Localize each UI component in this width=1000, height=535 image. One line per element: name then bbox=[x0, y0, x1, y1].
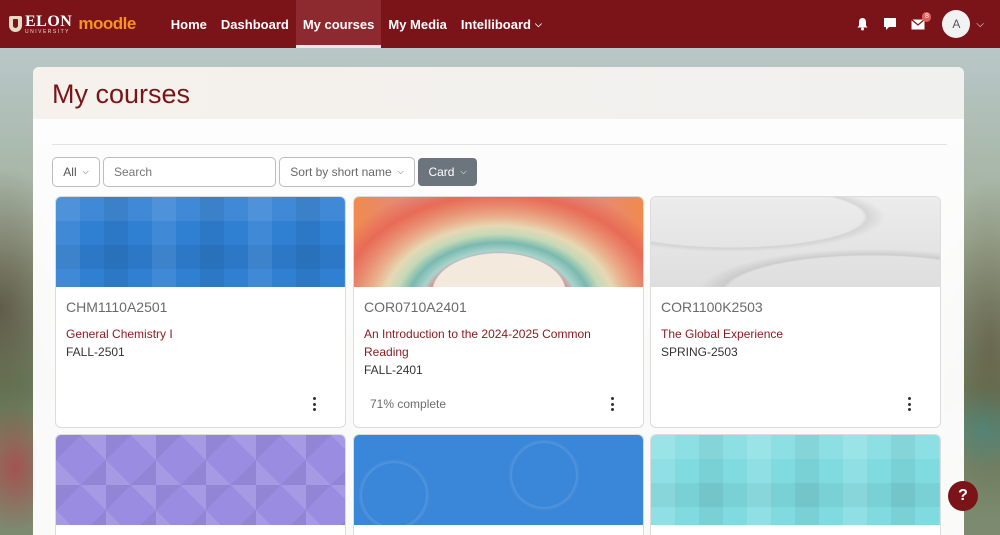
course-card[interactable]: COR0710A2401 An Introduction to the 2024… bbox=[353, 196, 644, 428]
course-card-body: CHM1110A2501 General Chemistry I FALL-25… bbox=[56, 287, 345, 427]
course-card-body: COR1100K2503 The Global Experience SPRIN… bbox=[651, 287, 940, 427]
course-card[interactable]: COR1100K2503 The Global Experience SPRIN… bbox=[650, 196, 941, 428]
mail-count-badge: 8 bbox=[922, 12, 932, 22]
course-image[interactable] bbox=[354, 197, 643, 287]
view-mode-dropdown[interactable]: Card ⌵ bbox=[418, 158, 477, 186]
course-shortname: COR0710A2401 bbox=[364, 299, 467, 315]
course-progress-text: 71% complete bbox=[370, 397, 447, 411]
course-actions-menu-icon[interactable] bbox=[607, 397, 617, 411]
course-term: SPRING-2503 bbox=[661, 345, 738, 359]
nav-my-media[interactable]: My Media bbox=[381, 0, 454, 48]
course-card[interactable]: CHM1110A2501 General Chemistry I FALL-25… bbox=[55, 196, 346, 428]
course-image[interactable] bbox=[56, 197, 345, 287]
course-shortname: CHM1110A2501 bbox=[66, 299, 168, 315]
course-actions-menu-icon[interactable] bbox=[904, 397, 914, 411]
course-filters: All ⌵ Sort by short name ⌵ Card ⌵ bbox=[52, 157, 477, 187]
course-card[interactable] bbox=[650, 434, 941, 535]
course-fullname-link[interactable]: General Chemistry I bbox=[66, 325, 335, 343]
bell-icon bbox=[857, 18, 868, 31]
course-fullname-link[interactable]: An Introduction to the 2024-2025 Common … bbox=[364, 325, 633, 361]
chat-icon bbox=[884, 18, 897, 30]
course-card[interactable] bbox=[353, 434, 644, 535]
elon-subtitle: UNIVERSITY bbox=[25, 28, 71, 35]
elon-logo: ELON UNIVERSITY bbox=[25, 12, 73, 35]
help-label: ? bbox=[958, 487, 968, 504]
user-avatar[interactable]: A bbox=[942, 10, 971, 38]
sort-value: Sort by short name bbox=[290, 165, 392, 179]
nav-home[interactable]: Home bbox=[164, 0, 214, 48]
nav-dashboard-label: Dashboard bbox=[220, 16, 289, 32]
nav-my-courses[interactable]: My courses bbox=[295, 0, 382, 48]
page-title: My courses bbox=[52, 79, 191, 109]
brand-logo[interactable]: ELON UNIVERSITY moodle bbox=[9, 12, 136, 35]
nav-dashboard[interactable]: Dashboard bbox=[214, 0, 296, 48]
chevron-down-icon[interactable]: ⌵ bbox=[976, 19, 984, 30]
notifications-button[interactable] bbox=[848, 10, 876, 38]
nav-user-area: 8 A ⌵ bbox=[848, 10, 984, 38]
mail-button[interactable]: 8 bbox=[904, 10, 932, 38]
grouping-dropdown[interactable]: All ⌵ bbox=[52, 157, 100, 187]
grouping-value: All bbox=[63, 165, 77, 179]
sort-dropdown[interactable]: Sort by short name ⌵ bbox=[279, 157, 415, 187]
view-mode-value: Card bbox=[428, 165, 455, 179]
main-content-panel: My courses All ⌵ Sort by short name ⌵ Ca… bbox=[33, 67, 964, 535]
nav-my-courses-label: My courses bbox=[302, 16, 375, 32]
course-image[interactable] bbox=[651, 435, 940, 525]
primary-nav: Home Dashboard My courses My Media Intel… bbox=[164, 0, 549, 48]
nav-intelliboard-label: Intelliboard bbox=[460, 16, 531, 32]
chevron-down-icon: ⌵ bbox=[460, 167, 467, 176]
top-navbar: ELON UNIVERSITY moodle Home Dashboard My… bbox=[0, 0, 1000, 48]
course-search-input[interactable] bbox=[103, 157, 276, 187]
avatar-initial: A bbox=[952, 17, 961, 31]
course-image[interactable] bbox=[354, 435, 643, 525]
chevron-down-icon: ⌵ bbox=[397, 167, 404, 176]
course-card[interactable] bbox=[55, 434, 346, 535]
chevron-down-icon: ⌵ bbox=[82, 167, 89, 176]
course-image[interactable] bbox=[56, 435, 345, 525]
course-term: FALL-2501 bbox=[66, 345, 125, 359]
course-shortname: COR1100K2503 bbox=[661, 299, 763, 315]
moodle-wordmark: moodle bbox=[78, 14, 136, 33]
course-card-body: COR0710A2401 An Introduction to the 2024… bbox=[354, 287, 643, 427]
course-image[interactable] bbox=[651, 197, 940, 287]
header-divider bbox=[52, 144, 947, 145]
messages-button[interactable] bbox=[876, 10, 904, 38]
course-actions-menu-icon[interactable] bbox=[309, 397, 319, 411]
course-fullname-link[interactable]: The Global Experience bbox=[661, 325, 930, 343]
chevron-down-icon: ⌵ bbox=[534, 18, 542, 29]
elon-wordmark: ELON bbox=[25, 12, 73, 30]
nav-intelliboard[interactable]: Intelliboard ⌵ bbox=[454, 0, 549, 48]
nav-home-label: Home bbox=[170, 16, 207, 32]
help-button[interactable]: ? bbox=[948, 481, 978, 511]
nav-my-media-label: My Media bbox=[388, 16, 447, 32]
elon-shield-icon bbox=[9, 16, 22, 32]
course-term: FALL-2401 bbox=[364, 363, 423, 377]
